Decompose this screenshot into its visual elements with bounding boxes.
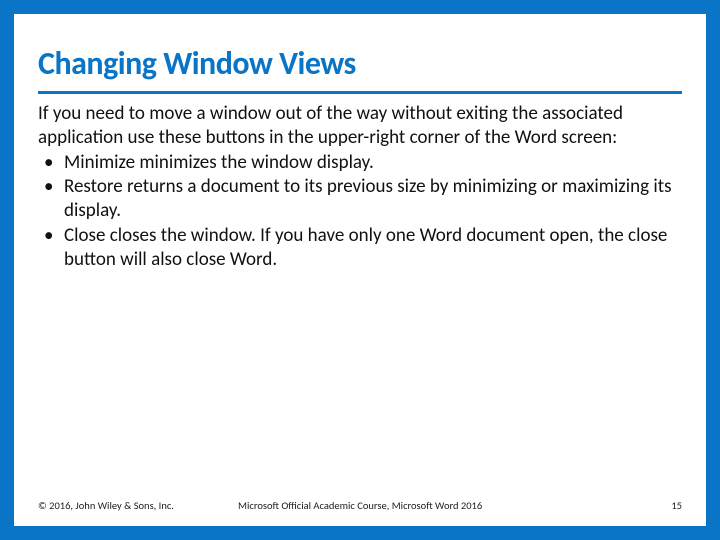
bullet-list: Minimize minimizes the window display. R… xyxy=(38,151,682,273)
footer: © 2016, John Wiley & Sons, Inc. Microsof… xyxy=(38,499,682,512)
footer-page-number: 15 xyxy=(671,499,682,512)
list-item: Restore returns a document to its previo… xyxy=(38,175,682,224)
footer-course: Microsoft Official Academic Course, Micr… xyxy=(238,499,482,512)
slide-body: If you need to move a window out of the … xyxy=(38,102,682,272)
list-item: Minimize minimizes the window display. xyxy=(38,151,682,175)
footer-copyright: © 2016, John Wiley & Sons, Inc. xyxy=(38,499,174,512)
intro-text: If you need to move a window out of the … xyxy=(38,102,682,151)
slide-title: Changing Window Views xyxy=(38,44,682,89)
list-item: Close closes the window. If you have onl… xyxy=(38,224,682,273)
title-rule xyxy=(38,91,682,94)
slide: Changing Window Views If you need to mov… xyxy=(0,0,720,540)
